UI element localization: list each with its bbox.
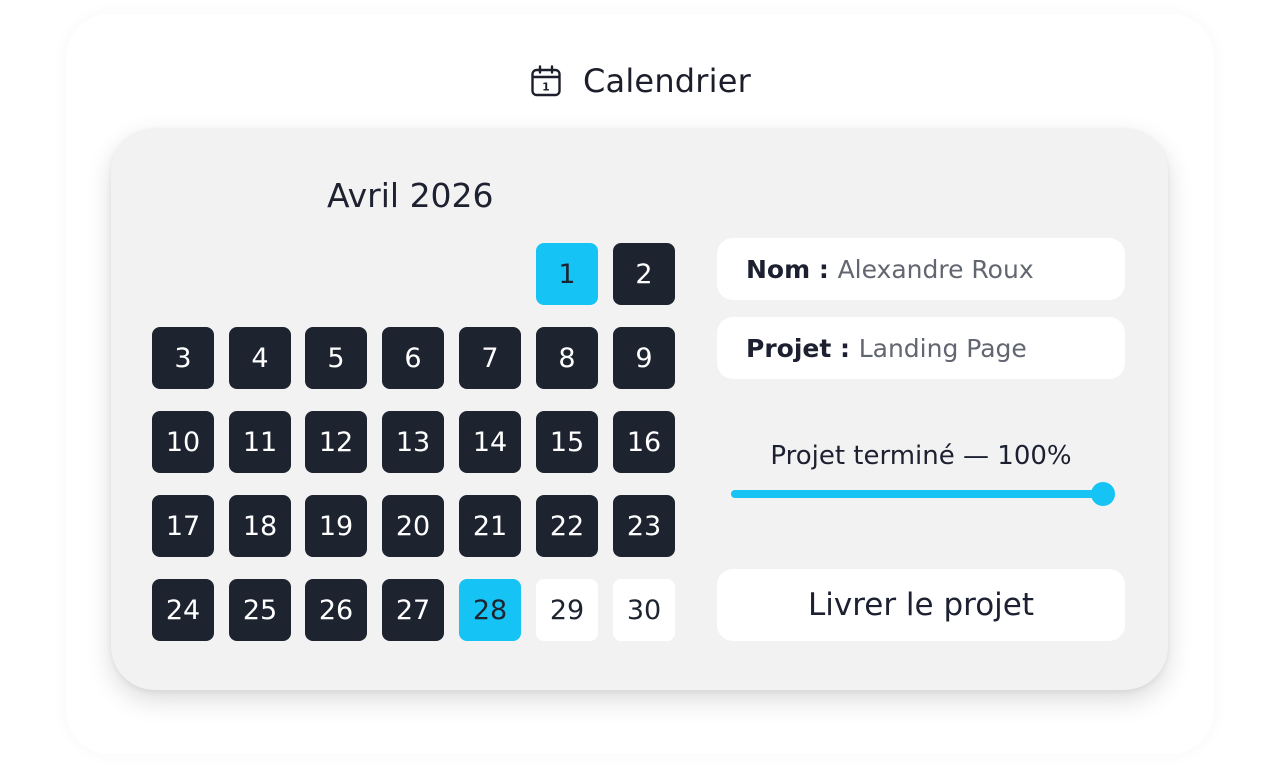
calendar-day[interactable]: 23 xyxy=(613,495,675,557)
calendar-day[interactable]: 8 xyxy=(536,327,598,389)
calendar-day[interactable]: 5 xyxy=(305,327,367,389)
calendar-day[interactable]: 11 xyxy=(229,411,291,473)
name-field: Nom : Alexandre Roux xyxy=(717,238,1125,300)
calendar-day[interactable]: 26 xyxy=(305,579,367,641)
calendar-day[interactable]: 27 xyxy=(382,579,444,641)
project-field: Projet : Landing Page xyxy=(717,317,1125,379)
name-value: Alexandre Roux xyxy=(837,254,1034,284)
app-header: 1 Calendrier xyxy=(0,58,1280,104)
calendar-day[interactable]: 25 xyxy=(229,579,291,641)
calendar-icon: 1 xyxy=(531,65,561,97)
calendar-day[interactable]: 4 xyxy=(229,327,291,389)
calendar-icon-day: 1 xyxy=(542,81,550,94)
calendar-day[interactable]: 29 xyxy=(536,579,598,641)
calendar-day[interactable]: 21 xyxy=(459,495,521,557)
calendar-day[interactable]: 22 xyxy=(536,495,598,557)
name-separator: : xyxy=(810,254,838,284)
calendar-day[interactable]: 7 xyxy=(459,327,521,389)
project-separator: : xyxy=(831,333,859,363)
calendar-day[interactable]: 3 xyxy=(152,327,214,389)
page-title: Calendrier xyxy=(582,62,751,100)
calendar-day[interactable]: 19 xyxy=(305,495,367,557)
progress-slider-thumb[interactable] xyxy=(1091,482,1115,506)
calendar-day[interactable]: 18 xyxy=(229,495,291,557)
calendar-day[interactable]: 9 xyxy=(613,327,675,389)
calendar-day[interactable]: 14 xyxy=(459,411,521,473)
calendar-day[interactable]: 16 xyxy=(613,411,675,473)
calendar-day[interactable]: 20 xyxy=(382,495,444,557)
calendar-day[interactable]: 2 xyxy=(613,243,675,305)
calendar-day[interactable]: 6 xyxy=(382,327,444,389)
project-value: Landing Page xyxy=(858,333,1027,363)
calendar-day[interactable]: 13 xyxy=(382,411,444,473)
calendar-day[interactable]: 30 xyxy=(613,579,675,641)
month-title: Avril 2026 xyxy=(327,176,494,215)
calendar-day[interactable]: 12 xyxy=(305,411,367,473)
progress-label: Projet terminé — 100% xyxy=(770,441,1072,471)
calendar-day[interactable]: 24 xyxy=(152,579,214,641)
calendar-day[interactable]: 28 xyxy=(459,579,521,641)
calendar-day[interactable]: 10 xyxy=(152,411,214,473)
progress-slider-fill xyxy=(731,490,1103,498)
calendar-day[interactable]: 17 xyxy=(152,495,214,557)
calendar-day[interactable]: 1 xyxy=(536,243,598,305)
project-label: Projet xyxy=(746,333,832,363)
deliver-project-button[interactable]: Livrer le projet xyxy=(717,569,1125,641)
calendar-day[interactable]: 15 xyxy=(536,411,598,473)
progress-slider[interactable] xyxy=(731,482,1115,506)
name-label: Nom xyxy=(746,254,811,284)
